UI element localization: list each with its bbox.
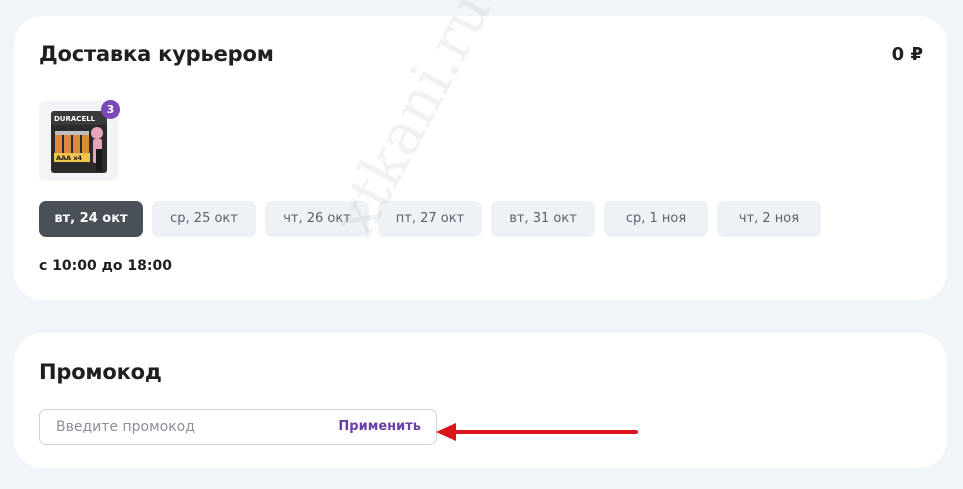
date-option-selected[interactable]: вт, 24 окт [39, 201, 143, 237]
promo-code-field: Применить [39, 409, 437, 445]
annotation-arrow-icon [436, 423, 638, 441]
promo-code-card: Промокод Применить [14, 333, 947, 468]
product-brand: DURACELL [54, 115, 96, 123]
date-option[interactable]: чт, 2 ноя [717, 201, 821, 237]
product-pack-label: AAA x4 [56, 154, 83, 162]
date-option[interactable]: ср, 1 ноя [604, 201, 708, 237]
courier-delivery-card: Доставка курьером 0 ₽ DURACELL AAA x4 3 … [14, 16, 947, 300]
delivery-date-selector: вт, 24 окт ср, 25 окт чт, 26 окт пт, 27 … [39, 201, 821, 237]
promo-title: Промокод [39, 360, 162, 384]
apply-promo-button[interactable]: Применить [338, 410, 421, 444]
date-option[interactable]: пт, 27 окт [378, 201, 482, 237]
delivery-time-range: с 10:00 до 18:00 [39, 258, 172, 274]
promo-code-input[interactable] [40, 410, 320, 444]
quantity-badge: 3 [101, 100, 120, 119]
delivery-price: 0 ₽ [891, 44, 923, 65]
date-option[interactable]: вт, 31 окт [491, 201, 595, 237]
date-option[interactable]: ср, 25 окт [152, 201, 256, 237]
date-option[interactable]: чт, 26 окт [265, 201, 369, 237]
delivery-title: Доставка курьером [39, 42, 274, 66]
battery-pack-image: DURACELL AAA x4 [51, 111, 107, 173]
